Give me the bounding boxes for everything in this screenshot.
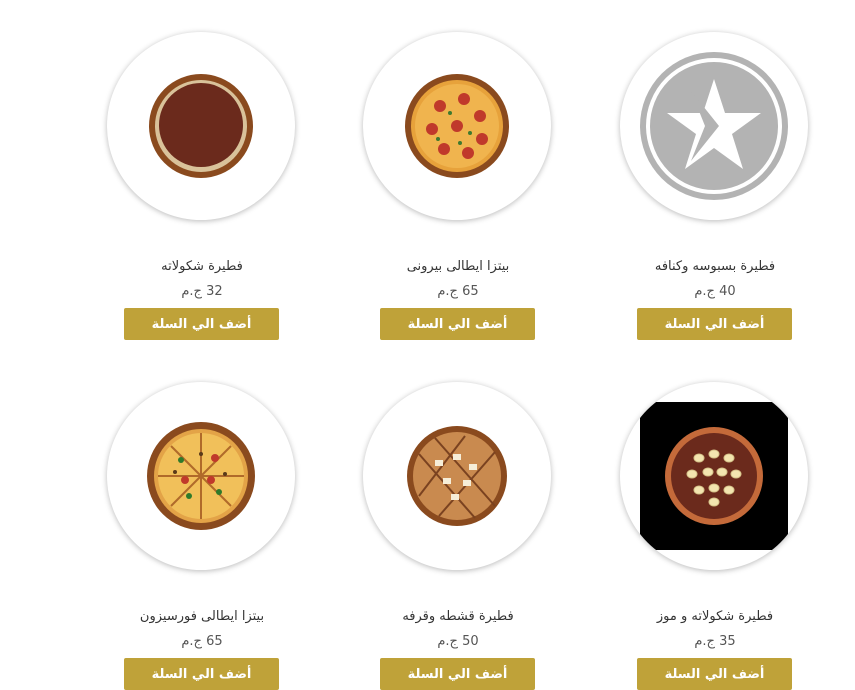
add-to-cart-button[interactable]: أضف الي السلة: [637, 308, 792, 340]
product-price: 35 ج.م: [694, 634, 736, 649]
product-name: فطيرة بسبوسه وكنافه: [654, 259, 776, 274]
product-name: فطيرة شكولاته: [161, 259, 243, 274]
product-price: 50 ج.م: [437, 634, 479, 649]
product-name: بيتزا ايطالى فورسيزون: [139, 609, 265, 624]
add-to-cart-button[interactable]: أضف الي السلة: [637, 658, 792, 690]
product-image-frame[interactable]: [107, 382, 295, 570]
product-name: بيتزا ايطالى بيرونى: [406, 259, 510, 274]
product-price: 65 ج.م: [437, 284, 479, 299]
product-image-frame[interactable]: [620, 382, 808, 570]
chocolate-banana-pie-image: [665, 427, 763, 525]
four-seasons-pizza-image: [147, 422, 255, 530]
chocolate-pie-image: [149, 74, 253, 178]
product-name: فطيرة شكولاته و موز: [656, 609, 774, 624]
product-price: 40 ج.م: [694, 284, 736, 299]
product-image-background: [640, 402, 788, 550]
product-price: 32 ج.م: [181, 284, 223, 299]
product-image-frame[interactable]: [363, 382, 551, 570]
product-image-frame[interactable]: [363, 32, 551, 220]
pepperoni-pizza-image: [405, 74, 509, 178]
cream-cinnamon-pie-image: [407, 426, 507, 526]
product-name: فطيرة قشطه وقرفه: [402, 609, 514, 624]
product-image-frame[interactable]: [620, 32, 808, 220]
product-image-frame[interactable]: [107, 32, 295, 220]
add-to-cart-button[interactable]: أضف الي السلة: [380, 308, 535, 340]
add-to-cart-button[interactable]: أضف الي السلة: [124, 308, 279, 340]
add-to-cart-button[interactable]: أضف الي السلة: [380, 658, 535, 690]
add-to-cart-button[interactable]: أضف الي السلة: [124, 658, 279, 690]
placeholder-logo-icon: [640, 52, 788, 200]
product-price: 65 ج.م: [181, 634, 223, 649]
